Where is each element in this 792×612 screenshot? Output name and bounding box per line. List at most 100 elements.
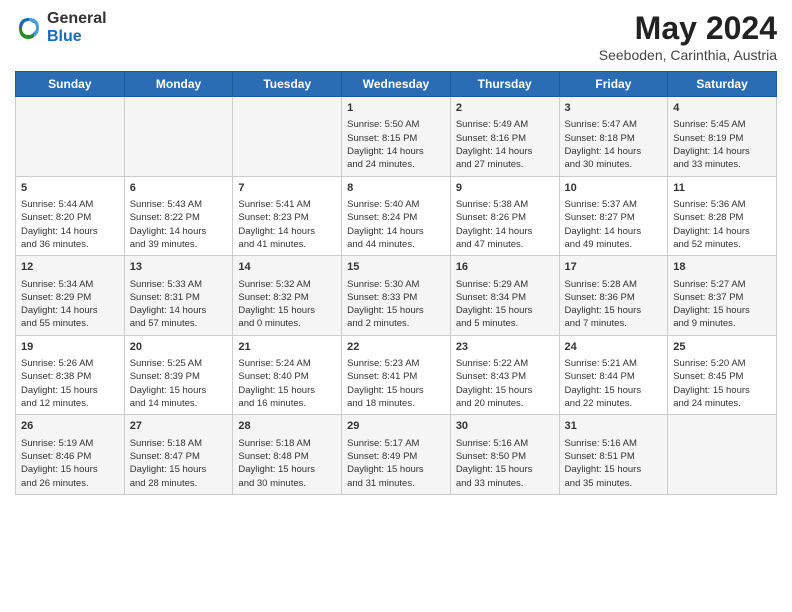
cell-content: 27Sunrise: 5:18 AMSunset: 8:47 PMDayligh…	[130, 419, 228, 490]
logo: General Blue	[15, 10, 107, 45]
day-number: 9	[456, 181, 554, 196]
cell-content: 1Sunrise: 5:50 AMSunset: 8:15 PMDaylight…	[347, 101, 445, 172]
cell-line: Daylight: 15 hours	[565, 464, 642, 475]
day-number: 2	[456, 101, 554, 116]
day-number: 26	[21, 419, 119, 434]
calendar-cell: 27Sunrise: 5:18 AMSunset: 8:47 PMDayligh…	[124, 415, 233, 495]
cell-line: Sunrise: 5:37 AM	[565, 199, 637, 210]
header: General Blue May 2024 Seeboden, Carinthi…	[15, 10, 777, 63]
cell-content: 17Sunrise: 5:28 AMSunset: 8:36 PMDayligh…	[565, 260, 663, 331]
cell-line: Daylight: 14 hours	[21, 226, 98, 237]
day-number: 18	[673, 260, 771, 275]
cell-content: 23Sunrise: 5:22 AMSunset: 8:43 PMDayligh…	[456, 340, 554, 411]
calendar-cell: 5 Sunrise: 5:44 AM Sunset: 8:20 PM Daylight…	[16, 176, 125, 256]
calendar-cell: 19Sunrise: 5:26 AMSunset: 8:38 PMDayligh…	[16, 335, 125, 415]
cell-line: and 47 minutes.	[456, 239, 524, 250]
cell-line: Sunset: 8:44 PM	[565, 371, 635, 382]
cell-line: Sunrise: 5:17 AM	[347, 438, 419, 449]
logo-general: General	[47, 10, 107, 28]
calendar-cell: 7Sunrise: 5:41 AMSunset: 8:23 PMDaylight…	[233, 176, 342, 256]
cell-content: 5 Sunrise: 5:44 AM Sunset: 8:20 PM Daylight…	[21, 181, 119, 252]
cell-line: Sunrise: 5:32 AM	[238, 279, 310, 290]
cell-content: 4Sunrise: 5:45 AMSunset: 8:19 PMDaylight…	[673, 101, 771, 172]
cell-line: Sunrise: 5:18 AM	[238, 438, 310, 449]
cell-line: Daylight: 14 hours	[21, 305, 98, 316]
header-row: Sunday Monday Tuesday Wednesday Thursday…	[16, 72, 777, 97]
week-row-3: 12Sunrise: 5:34 AMSunset: 8:29 PMDayligh…	[16, 256, 777, 336]
cell-line: and 39 minutes.	[130, 239, 198, 250]
cell-line: Daylight: 14 hours	[347, 146, 424, 157]
cell-content: 21Sunrise: 5:24 AMSunset: 8:40 PMDayligh…	[238, 340, 336, 411]
cell-line: Daylight: 15 hours	[565, 305, 642, 316]
cell-line: Sunrise: 5:16 AM	[456, 438, 528, 449]
cell-line: Daylight: 15 hours	[456, 385, 533, 396]
col-tuesday: Tuesday	[233, 72, 342, 97]
cell-line: Sunrise: 5:23 AM	[347, 358, 419, 369]
cell-line: Sunrise: 5:47 AM	[565, 119, 637, 130]
cell-line: and 27 minutes.	[456, 159, 524, 170]
cell-line: Daylight: 14 hours	[130, 226, 207, 237]
cell-content: 19Sunrise: 5:26 AMSunset: 8:38 PMDayligh…	[21, 340, 119, 411]
cell-content: 6Sunrise: 5:43 AMSunset: 8:22 PMDaylight…	[130, 181, 228, 252]
cell-line: Sunset: 8:43 PM	[456, 371, 526, 382]
cell-line: and 5 minutes.	[456, 318, 518, 329]
cell-line: Daylight: 14 hours	[673, 226, 750, 237]
cell-line: Daylight: 15 hours	[130, 385, 207, 396]
day-number: 7	[238, 181, 336, 196]
cell-line: Sunset: 8:23 PM	[238, 212, 308, 223]
cell-line: and 18 minutes.	[347, 398, 415, 409]
day-number: 24	[565, 340, 663, 355]
cell-line: and 44 minutes.	[347, 239, 415, 250]
cell-line: Sunrise: 5:50 AM	[347, 119, 419, 130]
cell-line: Sunset: 8:38 PM	[21, 371, 91, 382]
cell-line: Sunset: 8:41 PM	[347, 371, 417, 382]
cell-line: and 36 minutes.	[21, 239, 89, 250]
logo-icon	[15, 14, 43, 42]
cell-line: Sunset: 8:31 PM	[130, 292, 200, 303]
cell-line: Daylight: 14 hours	[130, 305, 207, 316]
cell-line: Sunrise: 5:43 AM	[130, 199, 202, 210]
cell-line: Daylight: 14 hours	[456, 226, 533, 237]
day-number: 17	[565, 260, 663, 275]
day-number: 29	[347, 419, 445, 434]
calendar-cell: 10Sunrise: 5:37 AMSunset: 8:27 PMDayligh…	[559, 176, 668, 256]
cell-content: 8Sunrise: 5:40 AMSunset: 8:24 PMDaylight…	[347, 181, 445, 252]
cell-line: Daylight: 15 hours	[347, 464, 424, 475]
cell-line: Daylight: 14 hours	[347, 226, 424, 237]
week-row-5: 26Sunrise: 5:19 AMSunset: 8:46 PMDayligh…	[16, 415, 777, 495]
calendar-cell: 24Sunrise: 5:21 AMSunset: 8:44 PMDayligh…	[559, 335, 668, 415]
calendar-cell: 25Sunrise: 5:20 AMSunset: 8:45 PMDayligh…	[668, 335, 777, 415]
day-number: 5	[21, 181, 119, 196]
cell-line: Sunrise: 5:22 AM	[456, 358, 528, 369]
cell-line: and 28 minutes.	[130, 478, 198, 489]
calendar-cell: 1Sunrise: 5:50 AMSunset: 8:15 PMDaylight…	[342, 97, 451, 177]
cell-line: and 41 minutes.	[238, 239, 306, 250]
calendar-cell	[668, 415, 777, 495]
cell-line: and 9 minutes.	[673, 318, 735, 329]
cell-line: and 33 minutes.	[456, 478, 524, 489]
cell-line: Sunset: 8:50 PM	[456, 451, 526, 462]
cell-line: and 14 minutes.	[130, 398, 198, 409]
day-number: 4	[673, 101, 771, 116]
cell-line: and 52 minutes.	[673, 239, 741, 250]
cell-line: Sunset: 8:49 PM	[347, 451, 417, 462]
title-area: May 2024 Seeboden, Carinthia, Austria	[599, 10, 777, 63]
cell-line: and 12 minutes.	[21, 398, 89, 409]
calendar-cell: 23Sunrise: 5:22 AMSunset: 8:43 PMDayligh…	[450, 335, 559, 415]
cell-line: Sunset: 8:24 PM	[347, 212, 417, 223]
cell-content: 14Sunrise: 5:32 AMSunset: 8:32 PMDayligh…	[238, 260, 336, 331]
calendar-cell: 18Sunrise: 5:27 AMSunset: 8:37 PMDayligh…	[668, 256, 777, 336]
cell-line: Sunrise: 5:44 AM	[21, 199, 93, 210]
cell-line: Daylight: 15 hours	[238, 464, 315, 475]
cell-line: Sunset: 8:22 PM	[130, 212, 200, 223]
calendar-cell: 4Sunrise: 5:45 AMSunset: 8:19 PMDaylight…	[668, 97, 777, 177]
calendar-cell: 16Sunrise: 5:29 AMSunset: 8:34 PMDayligh…	[450, 256, 559, 336]
col-sunday: Sunday	[16, 72, 125, 97]
day-number: 12	[21, 260, 119, 275]
calendar-table: Sunday Monday Tuesday Wednesday Thursday…	[15, 71, 777, 495]
cell-line: Sunset: 8:26 PM	[456, 212, 526, 223]
cell-line: and 31 minutes.	[347, 478, 415, 489]
cell-line: Daylight: 15 hours	[347, 385, 424, 396]
cell-line: Sunset: 8:20 PM	[21, 212, 91, 223]
cell-content: 3Sunrise: 5:47 AMSunset: 8:18 PMDaylight…	[565, 101, 663, 172]
